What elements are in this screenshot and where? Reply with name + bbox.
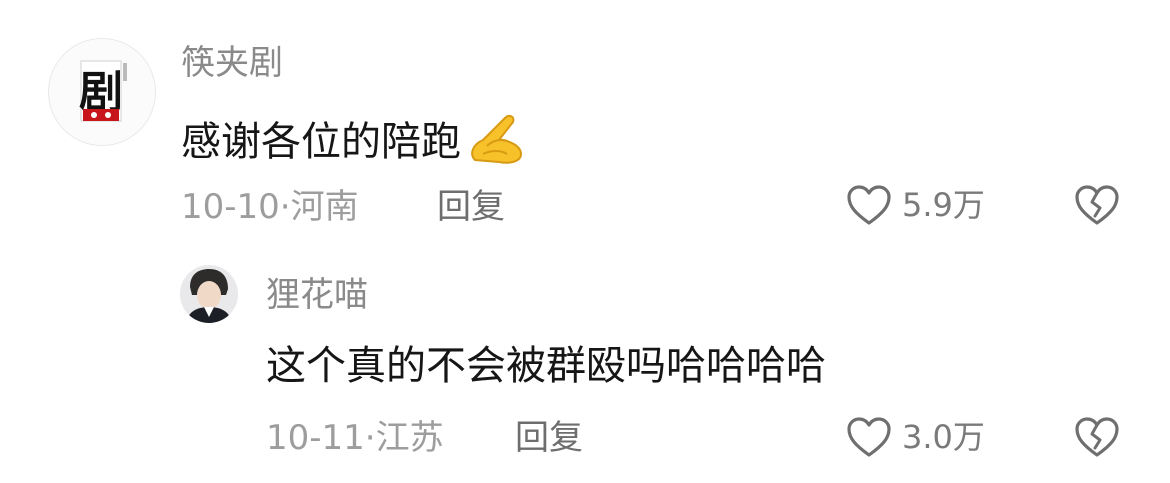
broken-heart-icon bbox=[1075, 185, 1119, 225]
comment-text-row: 感谢各位的陪跑 bbox=[181, 110, 527, 173]
pray-hands-emoji-icon bbox=[465, 110, 527, 173]
like-button[interactable]: 5.9万 bbox=[846, 184, 985, 226]
heart-icon bbox=[847, 185, 891, 225]
meta-separator: · bbox=[279, 187, 291, 227]
comment-meta: 10-10·河南 bbox=[181, 190, 359, 224]
avatar[interactable]: 剧 bbox=[48, 38, 156, 146]
like-count: 3.0万 bbox=[902, 418, 985, 456]
comment-date: 10-10 bbox=[181, 187, 280, 227]
comment-date: 10-11 bbox=[266, 418, 365, 458]
comment-location: 江苏 bbox=[375, 418, 444, 458]
comment-username[interactable]: 狸花喵 bbox=[266, 278, 368, 312]
drama-logo-icon: 剧 bbox=[49, 39, 155, 145]
dislike-button[interactable] bbox=[1074, 416, 1120, 462]
like-button[interactable]: 3.0万 bbox=[846, 416, 985, 458]
dislike-button[interactable] bbox=[1074, 184, 1120, 230]
comment-username[interactable]: 筷夹剧 bbox=[181, 46, 283, 80]
comment-text-row: 这个真的不会被群殴吗哈哈哈哈 bbox=[266, 346, 826, 386]
comment-location: 河南 bbox=[290, 187, 359, 227]
like-count: 5.9万 bbox=[902, 186, 985, 224]
comment-meta: 10-11·江苏 bbox=[266, 421, 444, 455]
avatar[interactable] bbox=[180, 265, 238, 323]
user-photo-icon bbox=[180, 265, 238, 323]
heart-icon bbox=[847, 417, 891, 457]
broken-heart-icon bbox=[1075, 417, 1119, 457]
comment-text: 感谢各位的陪跑 bbox=[181, 118, 461, 165]
meta-separator: · bbox=[364, 418, 376, 458]
comment-text: 这个真的不会被群殴吗哈哈哈哈 bbox=[266, 343, 826, 389]
reply-button[interactable]: 回复 bbox=[515, 421, 583, 455]
reply-button[interactable]: 回复 bbox=[437, 190, 505, 224]
